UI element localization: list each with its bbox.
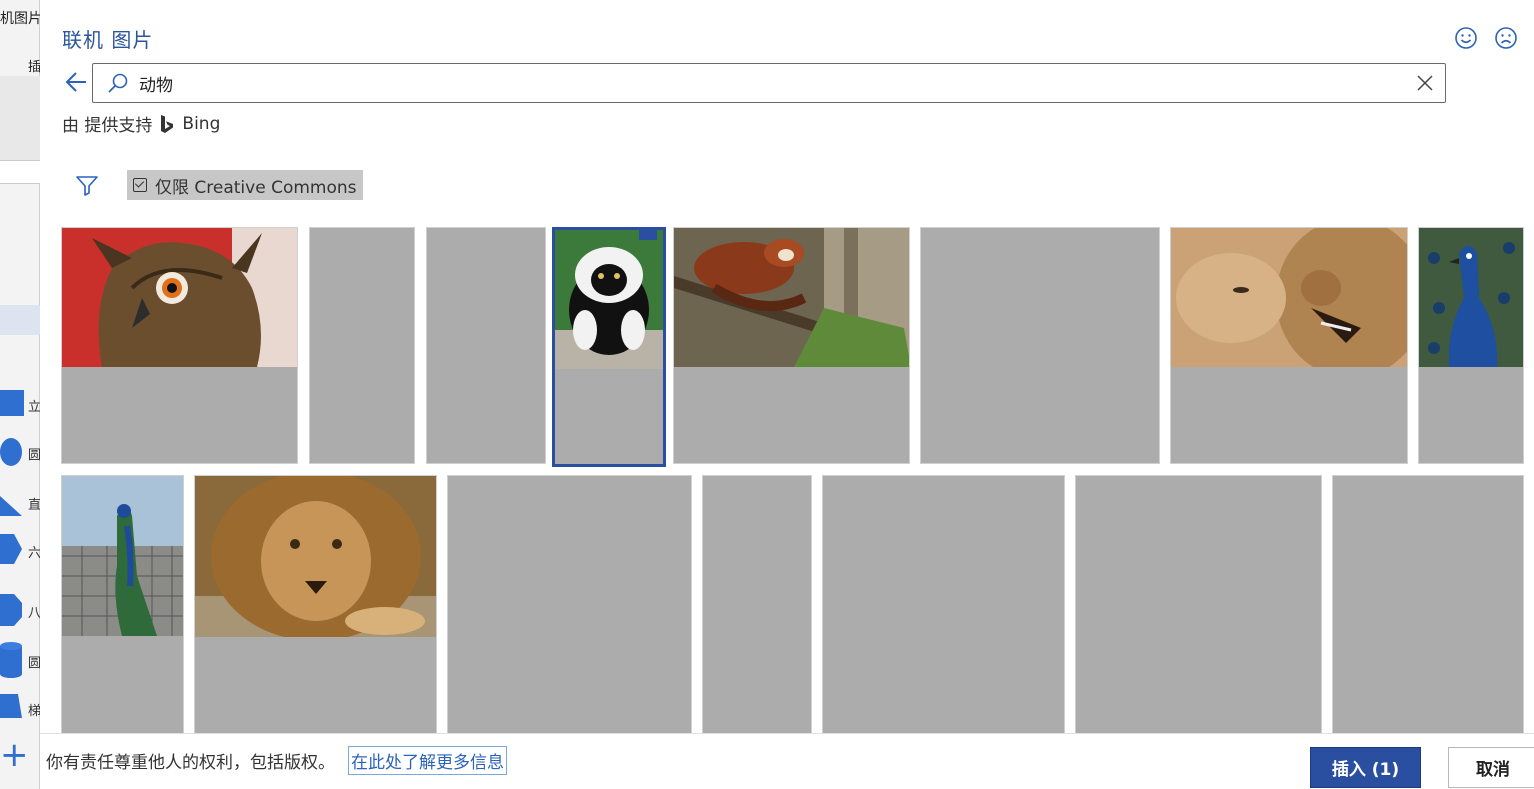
dialog-title: 联机 图片: [62, 28, 154, 52]
dialog-footer: 你有责任尊重他人的权利，包括版权。 在此处了解更多信息 插入 (1) 取消: [40, 733, 1534, 789]
smile-icon[interactable]: [1454, 26, 1478, 50]
ribbon-label: 机图片: [0, 11, 42, 27]
circle-shape[interactable]: [0, 438, 22, 466]
learn-more-link[interactable]: 在此处了解更多信息: [348, 746, 507, 775]
bing-label: Bing: [182, 113, 221, 134]
powered-by-text: 由 提供支持: [62, 116, 153, 136]
image-result-lion-cubs[interactable]: [1170, 227, 1408, 464]
selected-check-icon: [639, 230, 657, 240]
rights-notice: 你有责任尊重他人的权利，包括版权。: [46, 753, 335, 773]
bing-logo-icon: [161, 114, 174, 133]
image-result-placeholder[interactable]: [309, 227, 415, 464]
creative-commons-toggle[interactable]: 仅限 Creative Commons: [127, 170, 363, 200]
plus-icon[interactable]: +: [0, 738, 29, 772]
octagon-shape[interactable]: [0, 594, 24, 626]
image-result-owl[interactable]: [61, 227, 298, 464]
ribbon-band: [0, 76, 40, 160]
close-icon[interactable]: [1415, 73, 1435, 93]
image-result-placeholder[interactable]: [1332, 475, 1524, 737]
field-strip: [0, 160, 40, 184]
image-result-red-panda[interactable]: [673, 227, 910, 464]
image-result-placeholder[interactable]: [702, 475, 812, 737]
image-result-peacock[interactable]: [1418, 227, 1524, 464]
background-app-panel: 机图片 插 立 圆 直 六 八 圆 梯 +: [0, 0, 42, 789]
image-result-placeholder[interactable]: [1075, 475, 1322, 737]
filter-icon[interactable]: [74, 172, 100, 198]
selected-row[interactable]: [0, 305, 40, 335]
insert-button[interactable]: 插入 (1): [1310, 747, 1421, 788]
search-input[interactable]: [137, 70, 1387, 96]
hexagon-shape[interactable]: [0, 534, 24, 564]
image-result-peacock-on-fence[interactable]: [61, 475, 184, 737]
triangle-shape[interactable]: [0, 490, 24, 516]
image-result-placeholder[interactable]: [447, 475, 692, 737]
back-arrow-icon[interactable]: [64, 70, 90, 94]
trapezoid-shape[interactable]: [0, 694, 24, 720]
checkbox-icon[interactable]: [133, 178, 147, 192]
search-icon: [107, 72, 129, 94]
image-result-placeholder[interactable]: [822, 475, 1065, 737]
search-box[interactable]: [92, 63, 1446, 103]
image-result-lion[interactable]: [194, 475, 437, 737]
image-result-lemur[interactable]: [552, 227, 666, 467]
creative-commons-label: 仅限 Creative Commons: [155, 177, 357, 198]
image-result-placeholder[interactable]: [426, 227, 546, 464]
cylinder-shape[interactable]: [0, 642, 24, 678]
online-pictures-dialog: 联机 图片 由 提供支持 Bing 仅限 Creative Commons: [40, 0, 1534, 789]
cancel-button[interactable]: 取消: [1448, 747, 1534, 788]
powered-by: 由 提供支持 Bing: [62, 111, 221, 137]
image-result-placeholder[interactable]: [920, 227, 1160, 464]
rectangle-shape[interactable]: [0, 390, 24, 416]
frown-icon[interactable]: [1494, 26, 1518, 50]
